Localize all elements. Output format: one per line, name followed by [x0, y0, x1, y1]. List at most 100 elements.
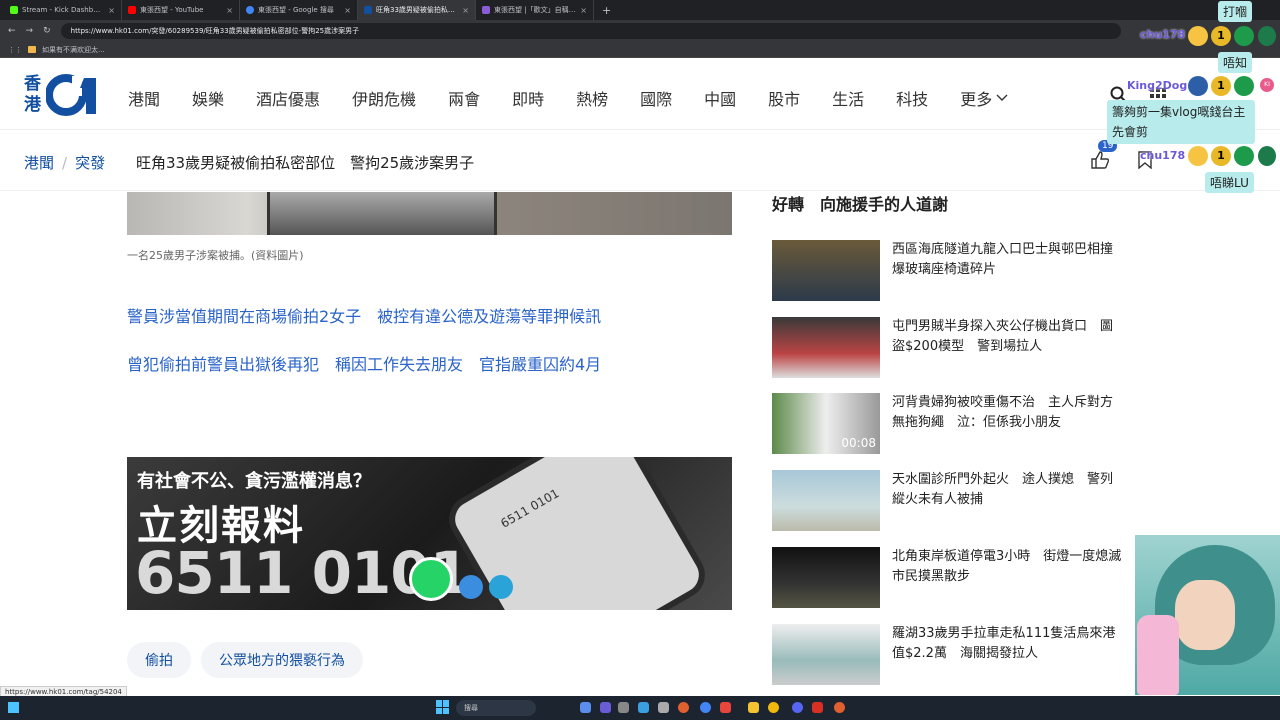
forward-icon[interactable]: → — [26, 26, 34, 36]
folder-icon[interactable] — [748, 702, 759, 713]
youtube-icon — [128, 6, 136, 14]
chat-message: 唔睇LU — [1205, 172, 1254, 193]
page-title: 旺角33歲男疑被偷拍私密部位 警拘25歲涉案男子 — [136, 154, 475, 172]
teams-icon[interactable] — [600, 702, 611, 713]
nav-entertainment[interactable]: 娛樂 — [192, 86, 224, 110]
streamer-webcam — [1135, 535, 1280, 695]
app-icon[interactable] — [768, 702, 779, 713]
chat-message: 唔知 — [1218, 52, 1253, 73]
chat-message: 打嗰 — [1218, 1, 1253, 22]
nav-stocks[interactable]: 股市 — [768, 86, 800, 110]
article-thumbnail: 00:08 — [772, 393, 880, 454]
logo-mark-icon — [46, 74, 96, 116]
nav-two-sessions[interactable]: 兩會 — [448, 86, 480, 110]
sidebar-article-title: 河背貴婦狗被咬重傷不治 主人斥對方無拖狗繩 泣：佢係我小朋友 — [892, 395, 1114, 430]
nav-more-button[interactable]: 更多 — [960, 86, 1008, 110]
news-icon — [482, 6, 490, 14]
sidebar-article[interactable]: 西區海底隧道九龍入口巴士與邨巴相撞 爆玻璃座椅遺碎片 — [772, 240, 1127, 302]
breadcrumb-breaking[interactable]: 突發 — [75, 152, 105, 173]
app-icon[interactable] — [618, 702, 629, 713]
close-icon[interactable]: × — [580, 6, 587, 15]
windows-start-icon[interactable] — [436, 700, 450, 714]
tag-voyeurism[interactable]: 偷拍 — [127, 642, 191, 678]
browser-tab-google[interactable]: 東張西望 - Google 搜尋 × — [240, 0, 358, 20]
number-badge: 1 — [1211, 26, 1231, 46]
sidebar-article[interactable]: 天水圍診所門外起火 途人撲熄 警列縱火未有人被捕 — [772, 470, 1122, 532]
nav-hotel-deals[interactable]: 酒店優惠 — [256, 86, 320, 110]
thumbs-up-icon[interactable] — [1090, 150, 1110, 170]
breadcrumb: 港聞 / 突發 — [24, 152, 105, 173]
related-article-link[interactable]: 警員涉當值期間在商場偷拍2女子 被控有違公德及遊蕩等罪押候訊 — [127, 303, 601, 327]
sidebar-article[interactable]: 北角東岸板道停電3小時 街燈一度熄滅 市民摸黑散步 — [772, 547, 1135, 609]
nav-tech[interactable]: 科技 — [896, 86, 928, 110]
article-thumbnail — [772, 470, 880, 531]
nav-hot-list[interactable]: 熱榜 — [576, 86, 608, 110]
reload-icon[interactable]: ↻ — [43, 26, 51, 36]
app-icon[interactable] — [658, 702, 669, 713]
nav-hk-news[interactable]: 港聞 — [128, 86, 160, 110]
hk01-logo[interactable]: 香港 — [24, 74, 104, 118]
close-icon[interactable]: × — [344, 6, 351, 15]
nav-more-label: 更多 — [960, 90, 993, 109]
browser-tab-kick[interactable]: Stream - Kick Dashboard × — [4, 0, 122, 20]
sidebar-article-title: 西區海底隧道九龍入口巴士與邨巴相撞 爆玻璃座椅遺碎片 — [892, 242, 1127, 277]
image-caption: 一名25歲男子涉案被捕。(資料圖片) — [127, 249, 304, 262]
chrome-icon[interactable] — [700, 702, 711, 713]
crown-icon — [1188, 76, 1208, 96]
nav-iran-crisis[interactable]: 伊朗危機 — [352, 86, 416, 110]
bookmark-item[interactable]: 如果有不满欢迎太... — [42, 45, 105, 55]
sidebar-article-title: 北角東岸板道停電3小時 街燈一度熄滅 市民摸黑散步 — [892, 549, 1135, 584]
nav-international[interactable]: 國際 — [640, 86, 672, 110]
star-badge-icon — [1234, 146, 1254, 166]
browser-tab-bar: Stream - Kick Dashboard × 東張西望 - YouTube… — [0, 0, 1280, 20]
close-icon[interactable]: × — [462, 6, 469, 15]
back-icon[interactable]: ← — [8, 26, 16, 36]
app-icon[interactable] — [812, 702, 823, 713]
banner-question: 有社會不公、貪污濫權消息？ — [137, 471, 371, 492]
browser-tab-youtube[interactable]: 東張西望 - YouTube × — [122, 0, 240, 20]
widgets-icon[interactable] — [8, 702, 19, 713]
chat-username: King2Dog — [1127, 79, 1188, 92]
browser-tab-news[interactable]: 東張西望 |「歡文」自稱性侵案 × — [476, 0, 594, 20]
related-article-link[interactable]: 曾犯偷拍前警員出獄後再犯 稱因工作失去朋友 官指嚴重囚約4月 — [127, 351, 601, 375]
nav-life[interactable]: 生活 — [832, 86, 864, 110]
article-thumbnail — [772, 547, 880, 608]
tag-public-indecency[interactable]: 公眾地方的猥褻行為 — [201, 642, 363, 678]
logo-text: 香港 — [24, 74, 41, 115]
number-badge: 1 — [1211, 76, 1231, 96]
chat-username: chu178 — [1140, 28, 1186, 41]
search-label: 搜尋 — [464, 704, 478, 712]
browser-tab-hk01[interactable]: 旺角33歲男疑被偷拍私密部位 × — [358, 0, 476, 20]
sidebar-article[interactable]: 羅湖33歲男手拉車走私111隻活鳥來港 值$2.2萬 海關揭發拉人 — [772, 624, 1129, 686]
sidebar-article[interactable]: 屯門男賊半身探入夾公仔機出貨口 圖盜$200模型 警到場拉人 — [772, 317, 1122, 379]
steam-icon[interactable] — [638, 702, 649, 713]
star-badge-icon — [1234, 76, 1254, 96]
address-bar-row: ← → ↻ https://www.hk01.com/突發/60289539/旺… — [0, 20, 1280, 42]
chevron-down-icon — [996, 94, 1008, 101]
app-icon[interactable] — [834, 702, 845, 713]
sidebar-article[interactable]: 00:08 河背貴婦狗被咬重傷不治 主人斥對方無拖狗繩 泣：佢係我小朋友 — [772, 393, 1122, 455]
app-icon[interactable] — [720, 702, 731, 713]
bookmarks-bar: ⋮⋮ 如果有不满欢迎太... — [0, 42, 1280, 58]
breadcrumb-hk-news[interactable]: 港聞 — [24, 152, 54, 173]
firefox-icon[interactable] — [678, 702, 689, 713]
article-tags: 偷拍 公眾地方的猥褻行為 — [127, 642, 363, 678]
report-tip-banner[interactable]: 有社會不公、貪污濫權消息？ 立刻報料 6511 0101 6511 0101 — [127, 457, 732, 610]
avatar[interactable]: KI — [1260, 78, 1274, 92]
apps-icon[interactable]: ⋮⋮ — [8, 46, 22, 54]
close-icon[interactable]: × — [108, 6, 115, 15]
video-duration: 00:08 — [841, 436, 876, 450]
article-thumbnail — [772, 624, 880, 685]
new-tab-button[interactable]: + — [594, 4, 619, 17]
sidebar-heading[interactable]: 好轉 向施援手的人道謝 — [772, 191, 948, 215]
nav-instant[interactable]: 即時 — [512, 86, 544, 110]
url-input[interactable]: https://www.hk01.com/突發/60289539/旺角33歲男疑… — [60, 23, 1121, 39]
task-view-icon[interactable] — [580, 702, 591, 713]
close-icon[interactable]: × — [226, 6, 233, 15]
article-image — [127, 192, 732, 235]
taskbar-search-input[interactable]: 搜尋 — [456, 700, 536, 716]
sidebar-article-title: 羅湖33歲男手拉車走私111隻活鳥來港 值$2.2萬 海關揭發拉人 — [892, 626, 1129, 661]
nav-china[interactable]: 中國 — [704, 86, 736, 110]
sidebar-article-title: 天水圍診所門外起火 途人撲熄 警列縱火未有人被捕 — [892, 472, 1114, 507]
discord-icon[interactable] — [792, 702, 803, 713]
